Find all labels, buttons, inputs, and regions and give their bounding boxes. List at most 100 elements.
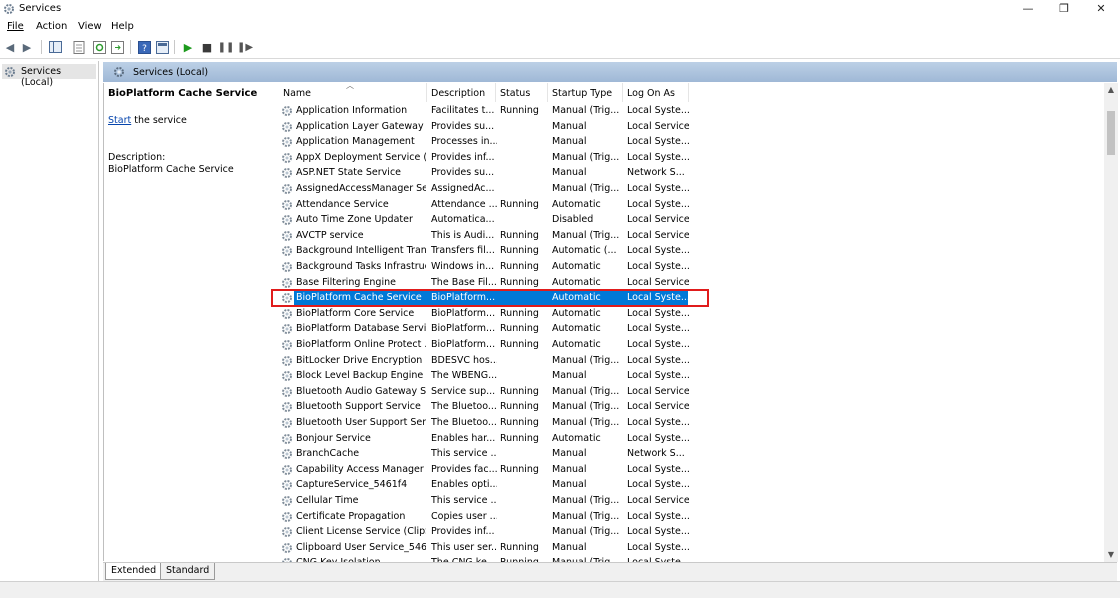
service-gear-icon bbox=[281, 339, 293, 351]
scroll-down-icon[interactable]: ▼ bbox=[1104, 548, 1118, 562]
scroll-up-icon[interactable]: ▲ bbox=[1104, 83, 1118, 97]
service-name: Base Filtering Engine bbox=[296, 277, 426, 288]
service-log-on-as: Local Syste... bbox=[627, 136, 689, 147]
table-row[interactable]: Application InformationFacilitates t...R… bbox=[276, 104, 1106, 120]
minimize-button[interactable]: — bbox=[1010, 0, 1046, 18]
svg-text:?: ? bbox=[142, 44, 147, 54]
service-log-on-as: Local Service bbox=[627, 495, 689, 506]
table-row[interactable]: Bonjour ServiceEnables har...RunningAuto… bbox=[276, 432, 1106, 448]
show-tree-icon[interactable] bbox=[48, 40, 62, 54]
table-row[interactable]: Certificate PropagationCopies user ...Ma… bbox=[276, 510, 1106, 526]
column-header-startup-type[interactable]: Startup Type bbox=[552, 88, 612, 99]
console-icon[interactable] bbox=[155, 40, 169, 54]
service-description: Service sup... bbox=[431, 386, 497, 397]
column-header-name[interactable]: Name bbox=[283, 88, 311, 99]
table-row[interactable]: BranchCacheThis service ...ManualNetwork… bbox=[276, 447, 1106, 463]
table-row[interactable]: BitLocker Drive Encryption ...BDESVC hos… bbox=[276, 354, 1106, 370]
table-row[interactable]: Bluetooth Support ServiceThe Bluetoo...R… bbox=[276, 400, 1106, 416]
table-row[interactable]: Client License Service (ClipS...Provides… bbox=[276, 525, 1106, 541]
service-description: Enables har... bbox=[431, 433, 497, 444]
table-row[interactable]: Application ManagementProcesses in...Man… bbox=[276, 135, 1106, 151]
service-description: BioPlatform... bbox=[431, 339, 497, 350]
service-name: Bonjour Service bbox=[296, 433, 426, 444]
scrollbar-thumb[interactable] bbox=[1107, 111, 1115, 155]
table-row[interactable]: AssignedAccessManager Se...AssignedAc...… bbox=[276, 182, 1106, 198]
tab-extended[interactable]: Extended bbox=[105, 563, 162, 580]
service-status: Running bbox=[500, 230, 548, 241]
column-header-status[interactable]: Status bbox=[500, 88, 530, 99]
column-divider[interactable] bbox=[426, 83, 427, 102]
service-startup-type: Automatic bbox=[552, 323, 622, 334]
properties-icon[interactable] bbox=[72, 40, 86, 54]
table-row[interactable]: BioPlatform Online Protect ... BioPlatfor… bbox=[276, 338, 1106, 354]
service-name: Application Management bbox=[296, 136, 426, 147]
forward-arrow-icon[interactable]: ▶ bbox=[20, 40, 34, 54]
export-list-icon[interactable] bbox=[110, 40, 124, 54]
table-row[interactable]: AVCTP serviceThis is Audi...RunningManua… bbox=[276, 229, 1106, 245]
column-header-log-on-as[interactable]: Log On As bbox=[627, 88, 675, 99]
annotation-highlight-box bbox=[271, 289, 709, 307]
column-divider[interactable] bbox=[688, 83, 689, 102]
table-row[interactable]: Background Intelligent Tran...Transfers … bbox=[276, 244, 1106, 260]
tree-node-services-local[interactable]: Services (Local) bbox=[2, 64, 96, 79]
start-service-icon[interactable]: ▶ bbox=[181, 40, 195, 54]
service-startup-type: Automatic bbox=[552, 199, 622, 210]
table-row[interactable]: Background Tasks Infrastruc...Windows in… bbox=[276, 260, 1106, 276]
service-gear-icon bbox=[281, 308, 293, 320]
table-row[interactable]: AppX Deployment Service (...Provides inf… bbox=[276, 151, 1106, 167]
start-service-link[interactable]: Start bbox=[108, 115, 131, 126]
table-row[interactable]: Bluetooth Audio Gateway S...Service sup.… bbox=[276, 385, 1106, 401]
service-name: BioPlatform Core Service bbox=[296, 308, 426, 319]
service-description: The WBENG... bbox=[431, 370, 497, 381]
table-row[interactable]: Clipboard User Service_5461...This user … bbox=[276, 541, 1106, 557]
column-divider[interactable] bbox=[622, 83, 623, 102]
column-divider[interactable] bbox=[495, 83, 496, 102]
service-description: Transfers fil... bbox=[431, 245, 497, 256]
service-description: Enables opti... bbox=[431, 479, 497, 490]
service-log-on-as: Local Syste... bbox=[627, 417, 689, 428]
service-startup-type: Manual (Trig... bbox=[552, 183, 622, 194]
menu-view[interactable]: View bbox=[78, 21, 102, 32]
toolbar-divider bbox=[174, 40, 175, 54]
close-button[interactable]: ✕ bbox=[1083, 0, 1119, 18]
service-name: BranchCache bbox=[296, 448, 426, 459]
table-row[interactable]: CaptureService_5461f4Enables opti...Manu… bbox=[276, 478, 1106, 494]
table-row[interactable]: Bluetooth User Support Ser...The Bluetoo… bbox=[276, 416, 1106, 432]
table-row[interactable]: BioPlatform Core ServiceBioPlatform...Ru… bbox=[276, 307, 1106, 323]
service-startup-type: Manual bbox=[552, 479, 622, 490]
selected-service-title: BioPlatform Cache Service bbox=[108, 88, 257, 99]
service-status: Running bbox=[500, 464, 548, 475]
table-row[interactable]: BioPlatform Database ServiceBioPlatform.… bbox=[276, 322, 1106, 338]
service-gear-icon bbox=[281, 214, 293, 226]
restart-service-icon[interactable]: ❚▶ bbox=[238, 40, 252, 54]
service-log-on-as: Local Syste... bbox=[627, 339, 689, 350]
service-startup-type: Manual bbox=[552, 542, 622, 553]
service-gear-icon bbox=[281, 323, 293, 335]
stop-service-icon[interactable]: ■ bbox=[200, 40, 214, 54]
table-row[interactable]: ASP.NET State ServiceProvides su...Manua… bbox=[276, 166, 1106, 182]
back-arrow-icon[interactable]: ◀ bbox=[3, 40, 17, 54]
pause-service-icon[interactable]: ❚❚ bbox=[219, 40, 233, 54]
menu-help[interactable]: Help bbox=[111, 21, 134, 32]
menu-file[interactable]: File bbox=[7, 21, 24, 32]
column-header-description[interactable]: Description bbox=[431, 88, 485, 99]
service-startup-type: Manual bbox=[552, 464, 622, 475]
service-name: BioPlatform Online Protect ... bbox=[296, 339, 426, 350]
table-row[interactable]: Application Layer Gateway ...Provides su… bbox=[276, 120, 1106, 136]
menu-action[interactable]: Action bbox=[36, 21, 67, 32]
table-row[interactable]: Capability Access Manager ...Provides fa… bbox=[276, 463, 1106, 479]
table-row[interactable]: Block Level Backup Engine ...The WBENG..… bbox=[276, 369, 1106, 385]
service-startup-type: Automatic bbox=[552, 308, 622, 319]
table-row[interactable]: Attendance ServiceAttendance ...RunningA… bbox=[276, 198, 1106, 214]
table-row[interactable]: Cellular TimeThis service ...Manual (Tri… bbox=[276, 494, 1106, 510]
service-startup-type: Manual (Trig... bbox=[552, 355, 622, 366]
refresh-icon[interactable] bbox=[92, 40, 106, 54]
service-description: Windows in... bbox=[431, 261, 497, 272]
maximize-button[interactable]: ❐ bbox=[1046, 0, 1082, 18]
column-divider[interactable] bbox=[547, 83, 548, 102]
vertical-scrollbar[interactable]: ▲ ▼ bbox=[1104, 83, 1118, 562]
service-startup-type: Manual (Trig... bbox=[552, 230, 622, 241]
help-icon[interactable]: ? bbox=[137, 40, 151, 54]
table-row[interactable]: Auto Time Zone UpdaterAutomatica...Disab… bbox=[276, 213, 1106, 229]
tab-standard[interactable]: Standard bbox=[160, 563, 215, 580]
